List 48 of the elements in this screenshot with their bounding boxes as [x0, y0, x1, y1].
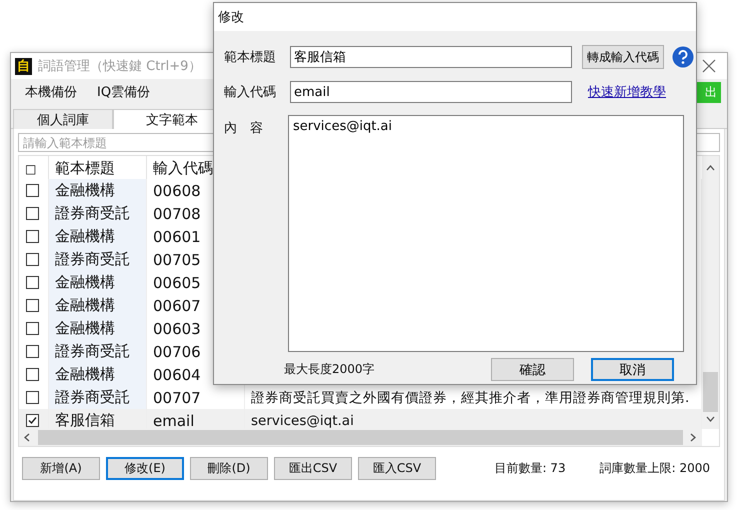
- column-header[interactable]: 範本標題: [55, 159, 115, 178]
- checkbox[interactable]: [26, 345, 39, 358]
- checkbox[interactable]: [26, 253, 39, 266]
- column-header[interactable]: 輸入代碼: [153, 159, 213, 178]
- toolbar-button[interactable]: 刪除(D): [190, 456, 268, 480]
- table-cell: 金融機構: [49, 271, 147, 294]
- checkbox[interactable]: [26, 414, 39, 427]
- table-cell: 金融機構: [49, 225, 147, 248]
- window-title: 詞語管理（快速鍵 Ctrl+9）: [38, 58, 202, 75]
- table-cell: 金融機構: [49, 179, 147, 202]
- max-length-text: 最大長度2000字: [284, 361, 376, 378]
- dialog-title: 修改: [218, 9, 244, 26]
- table-cell: 金融機構: [49, 317, 147, 340]
- tab[interactable]: 個人詞庫: [13, 109, 113, 129]
- field-label: 輸入代碼: [224, 84, 277, 101]
- table-cell: 金融機構: [49, 294, 147, 317]
- count-text: 目前數量: 73: [494, 460, 566, 476]
- checkbox[interactable]: [26, 230, 39, 243]
- dialog-button[interactable]: 確認: [491, 358, 574, 381]
- checkbox[interactable]: [26, 391, 39, 404]
- select-all-glyph[interactable]: □: [25, 162, 36, 176]
- checkbox[interactable]: [26, 184, 39, 197]
- table-cell: 證券商受託: [49, 340, 147, 363]
- toolbar-button[interactable]: 匯出CSV: [274, 456, 352, 480]
- table-cell: 證券商受託: [49, 202, 147, 225]
- code-field[interactable]: email: [290, 81, 572, 103]
- content-field[interactable]: services@iqt.ai: [288, 115, 684, 352]
- title-field[interactable]: 客服信箱: [290, 46, 572, 68]
- toolbar-button[interactable]: 匯入CSV: [358, 456, 436, 480]
- close-icon[interactable]: [701, 58, 717, 74]
- table-cell: 證券商受託: [49, 248, 147, 271]
- help-icon[interactable]: [672, 46, 694, 68]
- table-cell: 金融機構: [49, 363, 147, 386]
- checkbox[interactable]: [26, 207, 39, 220]
- dialog-button[interactable]: 取消: [591, 358, 674, 381]
- field-label: 範本標題: [224, 49, 277, 66]
- limit-text: 詞庫數量上限: 2000: [600, 460, 710, 476]
- checkbox[interactable]: [26, 368, 39, 381]
- checkbox[interactable]: [26, 276, 39, 289]
- app-logo: 自: [15, 58, 32, 74]
- checkbox[interactable]: [26, 299, 39, 312]
- convert-button[interactable]: 轉成輸入代碼: [582, 45, 664, 69]
- table-cell: 證券商受託: [49, 386, 147, 409]
- checkbox[interactable]: [26, 322, 39, 335]
- menu-item[interactable]: 本機備份: [17, 81, 85, 103]
- menu-item[interactable]: IQ雲備份: [89, 81, 158, 103]
- toolbar-button[interactable]: 新增(A): [22, 456, 100, 480]
- toolbar-button[interactable]: 修改(E): [106, 456, 184, 480]
